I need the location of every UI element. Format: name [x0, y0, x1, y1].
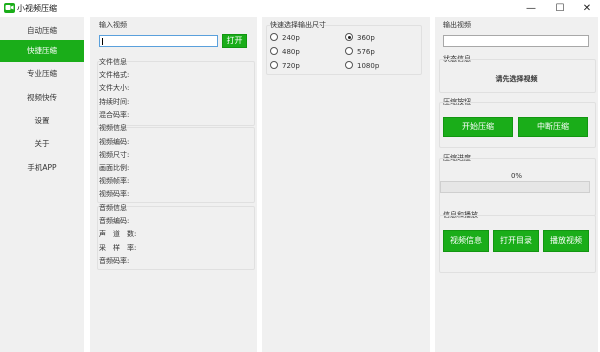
file-size-label: 文件大小: [99, 84, 130, 92]
radio-576p[interactable] [345, 47, 353, 55]
audio-bitrate-label: 音频码率: [99, 257, 130, 265]
audio-codec-label: 音频编码: [99, 217, 130, 225]
video-codec-label: 视频编码: [99, 138, 130, 146]
sidebar-item-pro-compress[interactable]: 专业压缩 [0, 63, 84, 85]
play-video-button[interactable]: 播放视频 [543, 230, 589, 252]
sidebar-item-video-transfer[interactable]: 视频快传 [0, 87, 84, 109]
sidebar-item-about[interactable]: 关于 [0, 133, 84, 155]
status-message: 请先选择视频 [495, 75, 538, 83]
text-caret [102, 38, 103, 45]
output-video-label: 输出视频 [443, 21, 471, 29]
duration-label: 持续时间: [99, 98, 130, 106]
input-video-field[interactable] [99, 35, 218, 47]
radio-240p[interactable] [270, 33, 278, 41]
video-size-label: 视频尺寸: [99, 151, 130, 159]
radio-720p-label[interactable]: 720p [282, 62, 300, 70]
file-format-label: 文件格式: [99, 71, 130, 79]
radio-1080p-label[interactable]: 1080p [357, 62, 379, 70]
file-info-title: 文件信息 [99, 58, 127, 66]
radio-480p-label[interactable]: 480p [282, 48, 300, 56]
input-panel: 输入视频 打开 文件信息 文件格式: 文件大小: 持续时间: 混合码率: 视频信… [90, 17, 257, 352]
sidebar: 自动压缩 快捷压缩 专业压缩 视频快传 设置 关于 手机APP [0, 17, 84, 352]
output-video-field[interactable] [443, 35, 589, 47]
title-bar: 小视频压缩 — ☐ ✕ [0, 0, 600, 17]
radio-576p-label[interactable]: 576p [357, 48, 375, 56]
maximize-button[interactable]: ☐ [545, 0, 575, 17]
sample-rate-label: 采 样 率: [99, 244, 137, 252]
aspect-ratio-label: 画面比例: [99, 164, 130, 172]
start-compress-button[interactable]: 开始压缩 [443, 117, 513, 137]
input-video-label: 输入视频 [99, 21, 127, 29]
radio-720p[interactable] [270, 61, 278, 69]
stop-compress-button[interactable]: 中断压缩 [518, 117, 588, 137]
open-directory-button[interactable]: 打开目录 [493, 230, 539, 252]
radio-1080p[interactable] [345, 61, 353, 69]
radio-360p[interactable] [345, 33, 353, 41]
main-content: 输入视频 打开 文件信息 文件格式: 文件大小: 持续时间: 混合码率: 视频信… [84, 17, 600, 352]
radio-480p[interactable] [270, 47, 278, 55]
output-panel: 输出视频 状态信息 请先选择视频 压缩按钮 开始压缩 中断压缩 压缩进度 0% … [435, 17, 598, 352]
sidebar-item-settings[interactable]: 设置 [0, 110, 84, 132]
radio-360p-label[interactable]: 360p [357, 34, 375, 42]
minimize-button[interactable]: — [516, 0, 546, 17]
video-bitrate-label: 视频码率: [99, 190, 130, 198]
open-file-button[interactable]: 打开 [222, 34, 247, 48]
sidebar-item-auto-compress[interactable]: 自动压缩 [0, 20, 84, 42]
channels-label: 声 道 数: [99, 230, 137, 238]
video-info-title: 视频信息 [99, 124, 127, 132]
sidebar-item-quick-compress[interactable]: 快捷压缩 [0, 40, 84, 62]
size-select-title: 快速选择输出尺寸 [270, 21, 326, 29]
mixed-bitrate-label: 混合码率: [99, 111, 130, 119]
app-logo-icon [4, 3, 15, 13]
sidebar-item-mobile-app[interactable]: 手机APP [0, 157, 84, 179]
progress-percent: 0% [510, 172, 523, 180]
frame-rate-label: 视频帧率: [99, 177, 130, 185]
progress-bar [440, 181, 590, 193]
radio-240p-label[interactable]: 240p [282, 34, 300, 42]
video-info-button[interactable]: 视频信息 [443, 230, 489, 252]
window-title: 小视频压缩 [17, 4, 57, 13]
size-select-panel: 快速选择输出尺寸 240p 360p 480p 576p 720p 1080p [262, 17, 430, 352]
audio-info-title: 音频信息 [99, 204, 127, 212]
close-button[interactable]: ✕ [572, 0, 600, 17]
